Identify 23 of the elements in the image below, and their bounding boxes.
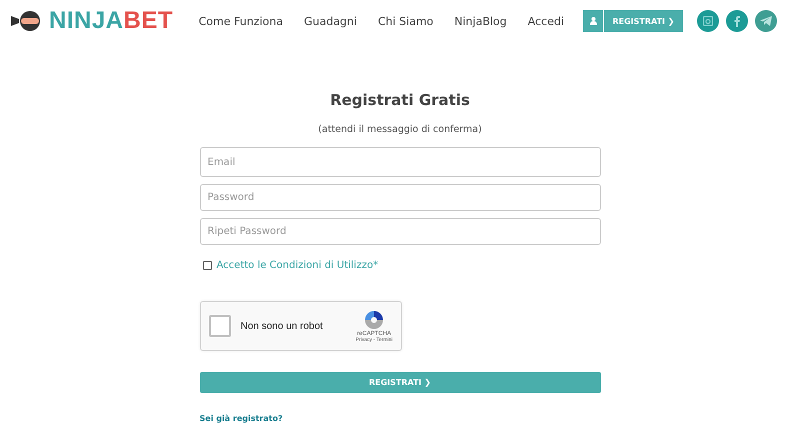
telegram-link[interactable] xyxy=(755,10,777,32)
paper-plane-icon xyxy=(760,16,772,26)
instagram-link[interactable] xyxy=(697,10,719,32)
captcha-label: Non sono un robot xyxy=(240,320,323,332)
nav-link[interactable]: Accedi xyxy=(528,14,564,28)
logo-text[interactable]: NINJABET xyxy=(49,7,174,35)
login-link[interactable]: Sei già registrato? xyxy=(200,414,283,423)
input-field[interactable]: Ripeti Password xyxy=(200,218,600,245)
recaptcha-logo-icon xyxy=(363,309,386,331)
camera-icon xyxy=(703,16,713,26)
input-field[interactable]: Password xyxy=(200,184,600,211)
input-field[interactable]: Email xyxy=(200,147,600,177)
subtitle: (attendi il messaggio di conferma) xyxy=(317,124,483,135)
facebook-icon xyxy=(734,16,740,26)
nav-link[interactable]: NinjaBlog xyxy=(454,14,507,28)
nav-link[interactable]: Guadagni xyxy=(304,14,357,28)
nav-link[interactable]: Come Funziona xyxy=(198,14,283,28)
captcha-checkbox[interactable] xyxy=(208,315,230,337)
user-icon xyxy=(590,17,596,25)
facebook-link[interactable] xyxy=(726,10,748,32)
terms-checkbox[interactable] xyxy=(202,261,212,270)
nav-link[interactable]: Chi Siamo xyxy=(378,14,434,28)
page-title: Registrati Gratis xyxy=(329,91,471,109)
